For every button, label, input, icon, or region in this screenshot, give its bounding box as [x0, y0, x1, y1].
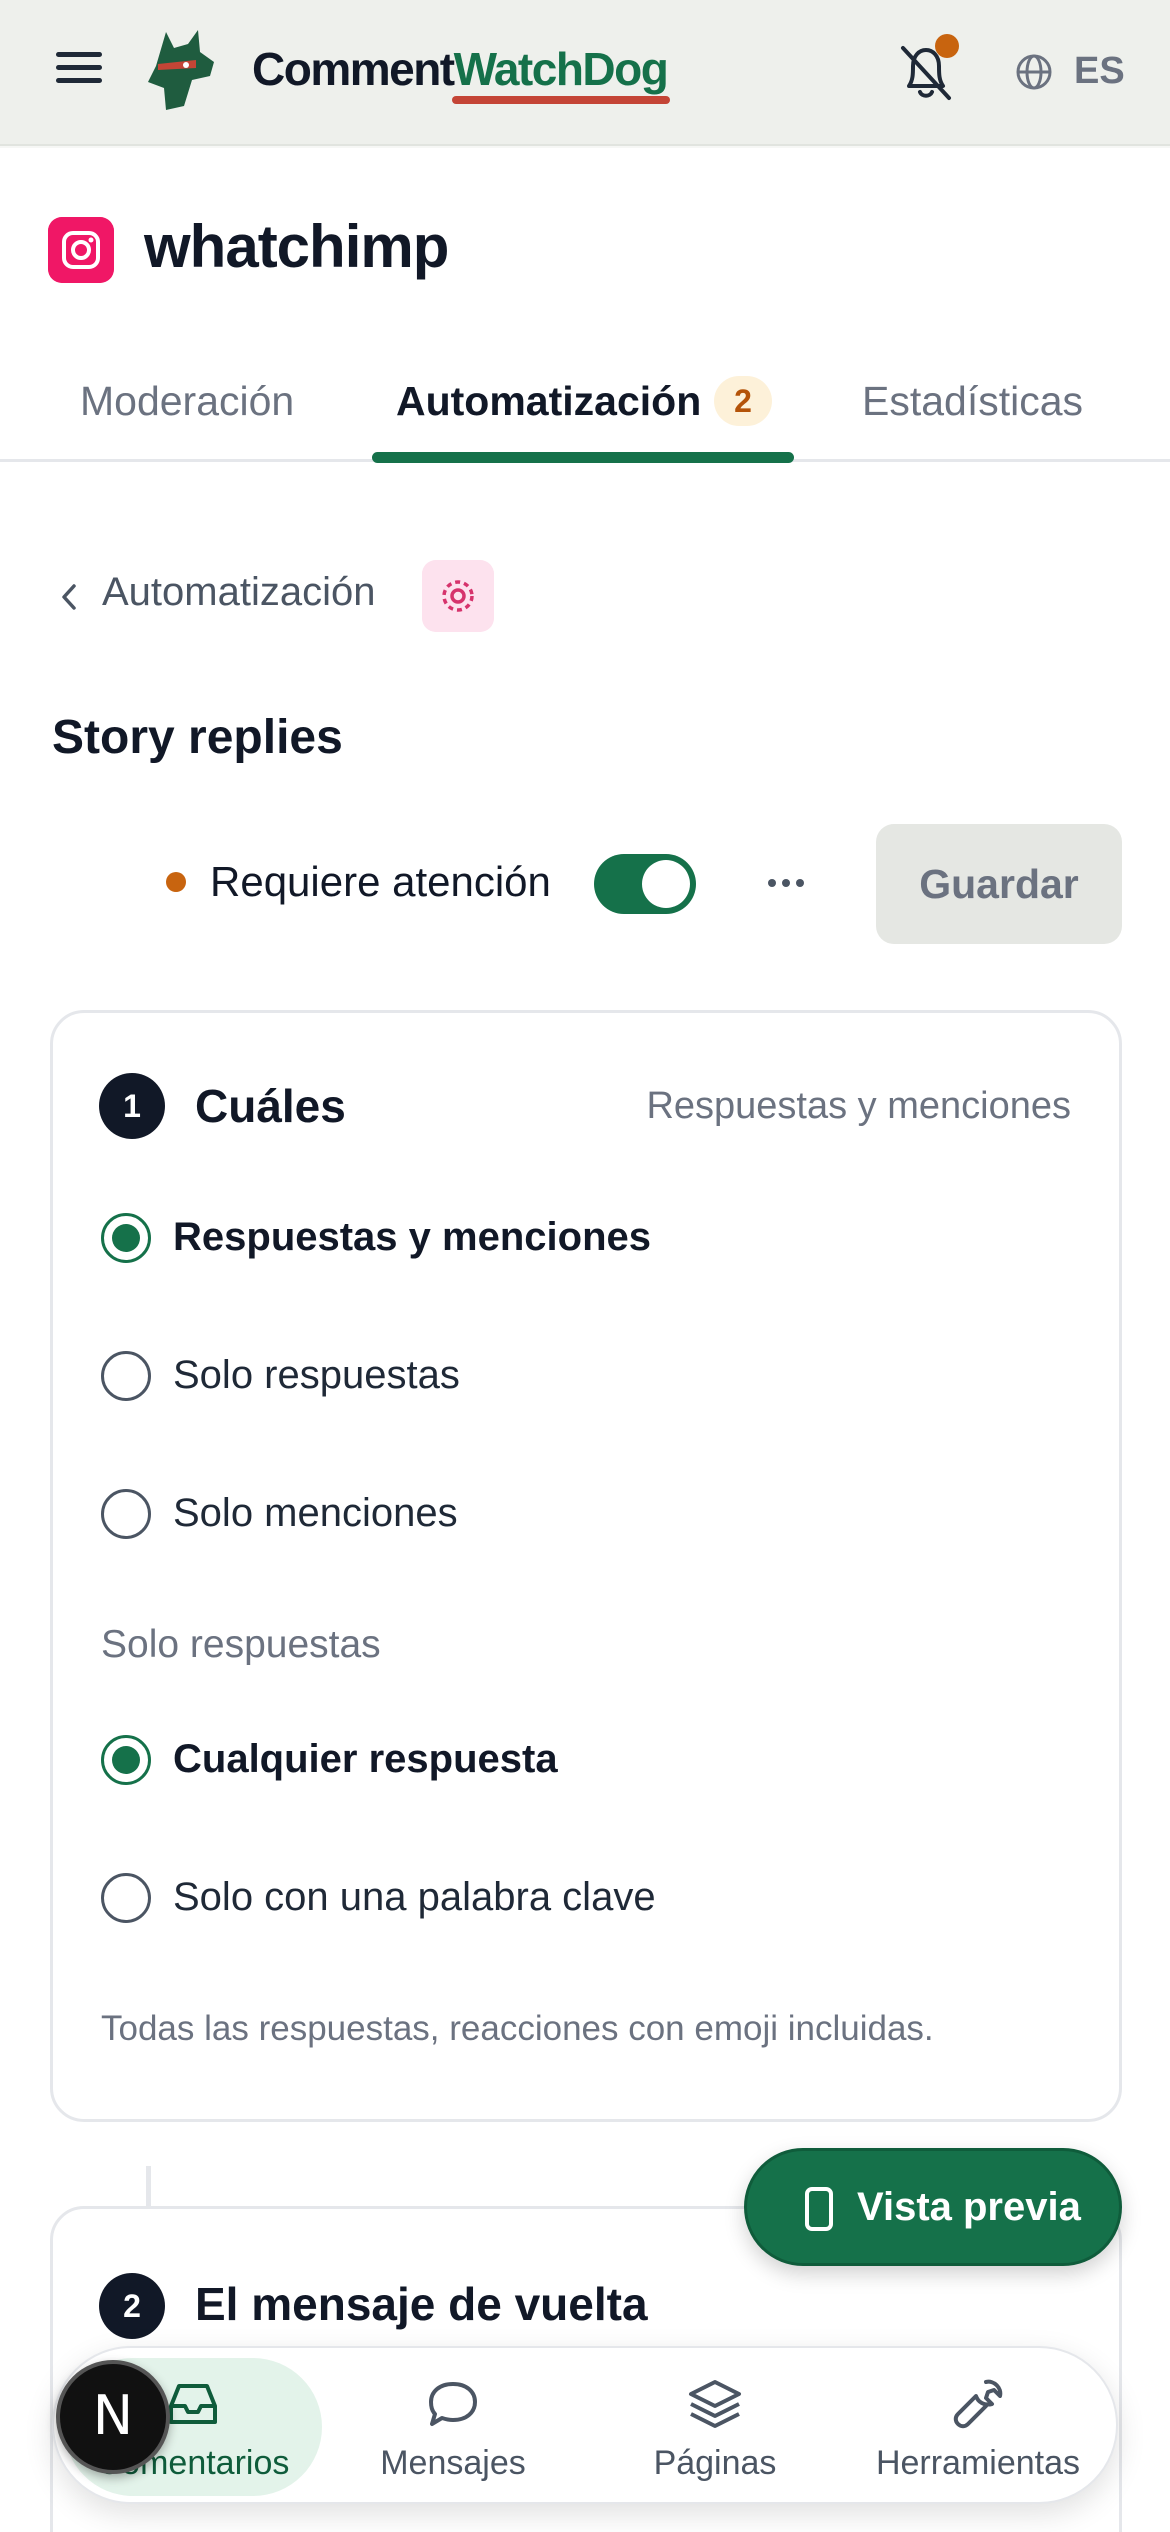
radio-label: Solo menciones [173, 1491, 458, 1535]
brand-name[interactable]: CommentWatchDog [252, 42, 669, 96]
enable-toggle[interactable] [594, 854, 696, 914]
language-selector[interactable]: ES [1074, 50, 1125, 93]
radio-label: Solo respuestas [173, 1353, 460, 1397]
step-summary: Respuestas y menciones [646, 1085, 1071, 1127]
breadcrumb-link[interactable]: Automatización [102, 570, 375, 615]
save-button[interactable]: Guardar [876, 824, 1122, 944]
tab-automatizacion[interactable]: Automatización [396, 378, 701, 425]
tab-count-badge: 2 [714, 376, 772, 426]
nav-item-herramientas[interactable]: Herramientas [846, 2348, 1110, 2506]
hint-text: Todas las respuestas, reacciones con emo… [101, 2009, 934, 2048]
radio-button[interactable] [101, 1351, 151, 1401]
inbox-icon [169, 2384, 217, 2424]
step-title: Cuáles [195, 1080, 346, 1132]
more-options-icon[interactable] [764, 868, 808, 898]
radio-button[interactable] [101, 1213, 151, 1263]
radio-button[interactable] [101, 1873, 151, 1923]
status-dot [166, 872, 186, 892]
brand-part-2: WatchDog [453, 43, 669, 95]
radio-label: Respuestas y menciones [173, 1215, 651, 1259]
menu-icon[interactable] [56, 52, 102, 92]
tab-moderacion[interactable]: Moderación [80, 378, 294, 425]
nav-label: Páginas [653, 2444, 777, 2482]
step-number: 1 [99, 1073, 165, 1139]
step-card-which: 1 Cuáles Respuestas y menciones Respuest… [50, 1010, 1122, 2122]
step-title: El mensaje de vuelta [195, 2278, 648, 2330]
brand-underline [452, 96, 670, 104]
tab-estadisticas[interactable]: Estadísticas [862, 378, 1083, 425]
notification-dot [935, 34, 959, 58]
chat-bubble-icon [429, 2382, 477, 2426]
top-bar: CommentWatchDog ES [0, 0, 1170, 146]
brand-part-1: Comment [252, 43, 455, 95]
dev-tools-badge[interactable]: N [56, 2360, 170, 2474]
tab-bar: Moderación Automatización Estadísticas [0, 360, 1170, 462]
story-icon [422, 560, 494, 632]
nav-label: Mensajes [380, 2444, 526, 2482]
globe-icon[interactable] [1014, 52, 1054, 92]
instagram-icon [48, 217, 114, 283]
account-name: whatchimp [144, 213, 449, 280]
sub-heading: Solo respuestas [101, 1623, 381, 1666]
nav-item-paginas[interactable]: Páginas [584, 2348, 846, 2506]
radio-button[interactable] [101, 1735, 151, 1785]
nav-item-mensajes[interactable]: Mensajes [322, 2348, 584, 2506]
preview-label: Vista previa [857, 2185, 1081, 2229]
bottom-navigation: Comentarios Mensajes Páginas Herramienta… [52, 2346, 1118, 2504]
watchdog-logo-icon [148, 30, 214, 110]
preview-button[interactable]: Vista previa [744, 2148, 1122, 2266]
status-label: Requiere atención [210, 858, 551, 905]
automation-title: Story replies [52, 711, 343, 764]
radio-label: Solo con una palabra clave [173, 1875, 656, 1919]
step-number: 2 [99, 2273, 165, 2339]
chevron-left-icon[interactable] [56, 580, 80, 614]
active-tab-indicator [372, 452, 794, 463]
radio-button[interactable] [101, 1489, 151, 1539]
phone-icon [805, 2187, 833, 2231]
layers-icon [689, 2380, 741, 2428]
nav-label: Herramientas [875, 2444, 1081, 2482]
radio-label: Cualquier respuesta [173, 1737, 558, 1781]
wrench-icon [953, 2379, 1003, 2429]
